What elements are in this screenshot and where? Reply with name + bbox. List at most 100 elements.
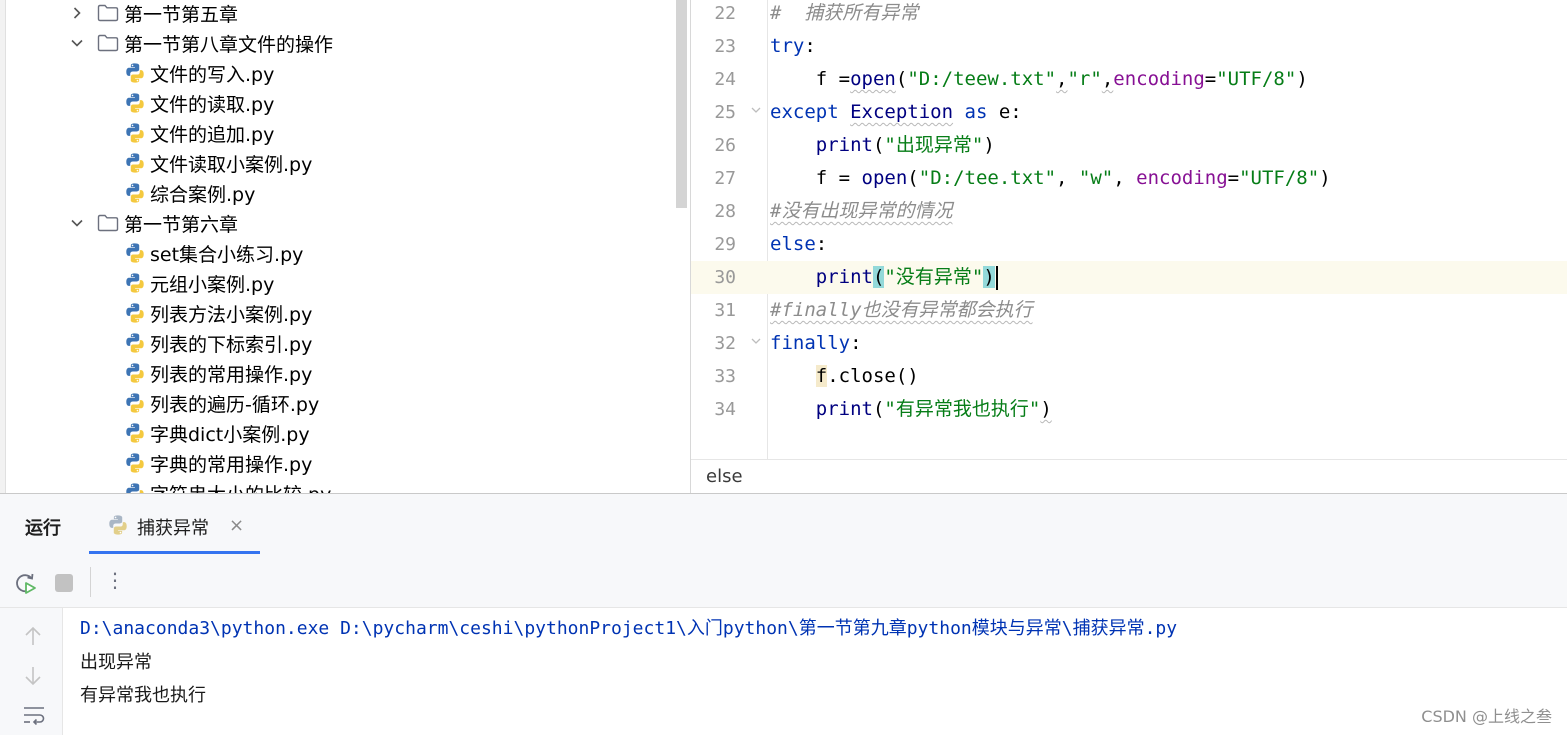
line-number: 32	[714, 333, 736, 354]
code-line-27[interactable]: 27 f = open("D:/tee.txt", "w", encoding=…	[691, 162, 1567, 195]
identifier: f =	[815, 68, 851, 90]
comma: ,	[1056, 68, 1068, 90]
tree-file-row[interactable]: 文件的写入.py	[124, 58, 274, 88]
close-icon[interactable]: ×	[229, 515, 244, 536]
python-file-icon	[126, 393, 144, 413]
python-file-icon	[126, 123, 144, 143]
paren: )	[1040, 398, 1052, 420]
code-line-24[interactable]: 24 f =open("D:/teew.txt","r",encoding="U…	[691, 63, 1567, 96]
tree-file-row[interactable]: 文件的读取.py	[124, 88, 274, 118]
chevron-right-icon[interactable]	[69, 6, 85, 20]
breadcrumb[interactable]: else	[691, 459, 1567, 493]
string: "D:/teew.txt"	[907, 68, 1057, 90]
keyword-else: else	[770, 233, 816, 255]
tree-file-row[interactable]: 字典的常用操作.py	[124, 448, 312, 478]
tree-file-row[interactable]: 列表方法小案例.py	[124, 298, 312, 328]
equals: =	[1227, 167, 1240, 189]
code-line-30-current[interactable]: 30 print("没有异常")	[691, 261, 1567, 294]
tree-folder-row[interactable]: 第一节第八章文件的操作	[69, 28, 333, 58]
fold-chevron-icon[interactable]	[751, 336, 761, 346]
tree-file-row[interactable]: set集合小练习.py	[124, 238, 303, 268]
paren: )	[983, 134, 995, 156]
tree-item-label: 列表的下标索引.py	[150, 333, 313, 356]
tree-file-row[interactable]: 元组小案例.py	[124, 268, 274, 298]
run-toolbar: ⋮	[0, 555, 1567, 608]
tree-item-label: 第一节第八章文件的操作	[124, 33, 334, 56]
tree-item-label: 文件的写入.py	[150, 63, 275, 86]
builtin-print: print	[815, 266, 873, 288]
fold-chevron-icon[interactable]	[751, 105, 761, 115]
tree-file-row[interactable]: 字符串大小的比较.py	[124, 478, 331, 493]
paren: (	[907, 167, 919, 189]
code-line-22[interactable]: 22 # 捕获所有异常	[691, 0, 1567, 30]
folder-icon	[97, 4, 119, 22]
comma: ,	[1113, 167, 1137, 189]
line-number: 27	[714, 168, 736, 189]
arrow-up-icon[interactable]	[24, 626, 42, 646]
keyword-try: try	[770, 35, 805, 57]
string: "出现异常"	[884, 134, 984, 156]
tree-file-row[interactable]: 文件读取小案例.py	[124, 148, 312, 178]
run-tab-label: 捕获异常	[137, 518, 209, 539]
code-line-32[interactable]: 32 finally:	[691, 327, 1567, 360]
tree-file-row[interactable]: 字典dict小案例.py	[124, 418, 310, 448]
code-line-26[interactable]: 26 print("出现异常")	[691, 129, 1567, 162]
soft-wrap-icon[interactable]	[22, 705, 46, 725]
code-line-31[interactable]: 31 #finally也没有异常都会执行	[691, 294, 1567, 327]
tree-scrollbar[interactable]	[676, 0, 687, 208]
tree-file-row[interactable]: 列表的下标索引.py	[124, 328, 312, 358]
chevron-down-icon[interactable]	[69, 216, 85, 230]
tree-item-label: 综合案例.py	[150, 183, 256, 206]
breadcrumb-item[interactable]: else	[706, 466, 743, 487]
code-line-25[interactable]: 25 except Exception as e:	[691, 96, 1567, 129]
string: "有异常我也执行"	[884, 398, 1041, 420]
python-file-icon	[126, 183, 144, 203]
tree-item-label: 字符串大小的比较.py	[150, 480, 331, 494]
tree-item-label: 字典dict小案例.py	[150, 423, 310, 446]
project-tree[interactable]: 第一节第五章第一节第八章文件的操作文件的写入.py 文件的读取.py 文件的追加.p…	[0, 0, 691, 493]
arrow-down-icon[interactable]	[24, 666, 42, 686]
punct: :	[804, 35, 816, 57]
active-tab-indicator	[89, 551, 260, 554]
code-line-33[interactable]: 33 f.close()	[691, 360, 1567, 393]
run-tab[interactable]: 捕获异常 ×	[89, 494, 260, 556]
code-line-28[interactable]: 28 #没有出现异常的情况	[691, 195, 1567, 228]
tree-file-row[interactable]: 列表的遍历-循环.py	[124, 388, 319, 418]
code-line-29[interactable]: 29 else:	[691, 228, 1567, 261]
console-output-line: 有异常我也执行	[80, 685, 206, 706]
tree-item-label: set集合小练习.py	[150, 243, 304, 266]
kwarg: encoding	[1113, 68, 1205, 90]
paren-matched: (	[872, 266, 885, 288]
rerun-icon[interactable]	[13, 571, 37, 595]
code-line-34[interactable]: 34 print("有异常我也执行")	[691, 393, 1567, 426]
tree-item-label: 文件的追加.py	[150, 123, 275, 146]
tree-file-row[interactable]: 综合案例.py	[124, 178, 255, 208]
chevron-down-icon[interactable]	[69, 36, 85, 50]
tree-file-row[interactable]: 文件的追加.py	[124, 118, 274, 148]
line-number: 29	[714, 234, 736, 255]
builtin-open: open	[861, 167, 908, 189]
python-file-icon	[126, 333, 144, 353]
equals: =	[1204, 68, 1217, 90]
string: "w"	[1078, 167, 1114, 189]
code-line-23[interactable]: 23 try:	[691, 30, 1567, 63]
code-editor[interactable]: 22 # 捕获所有异常 23 try: 24 f =open("D:/teew.…	[691, 0, 1567, 459]
string: "UTF/8"	[1216, 68, 1297, 90]
console-output[interactable]: D:\anaconda3\python.exe D:\pycharm\ceshi…	[63, 608, 1567, 735]
keyword-finally: finally	[770, 332, 851, 354]
python-file-icon	[126, 243, 144, 263]
tree-folder-row[interactable]: 第一节第五章	[69, 0, 238, 28]
tree-folder-row[interactable]: 第一节第六章	[69, 208, 238, 238]
comment: #没有出现异常的情况	[770, 200, 953, 222]
more-options-icon[interactable]: ⋮	[105, 568, 125, 592]
tree-item-label: 列表的常用操作.py	[150, 363, 313, 386]
line-number: 22	[714, 3, 736, 24]
class-exception: Exception	[850, 101, 954, 123]
stop-icon[interactable]	[55, 574, 73, 592]
tree-file-row[interactable]: 列表的常用操作.py	[124, 358, 312, 388]
string: "UTF/8"	[1239, 167, 1320, 189]
